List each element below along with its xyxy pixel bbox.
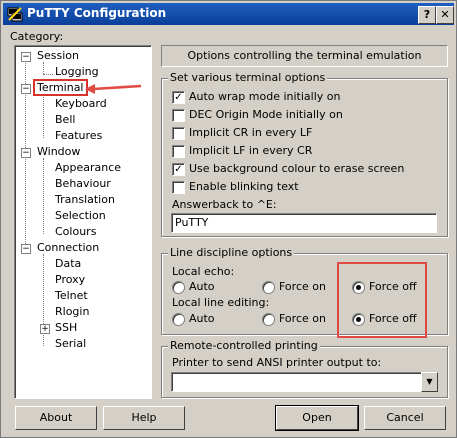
panel-header: Options controlling the terminal emulati… (161, 45, 448, 67)
about-button[interactable]: About (15, 406, 97, 430)
category-label: Category: (10, 30, 64, 43)
tree-line (43, 94, 44, 138)
printer-dropdown-button[interactable]: ▼ (421, 372, 438, 392)
tree-line (43, 158, 44, 234)
local-echo-label: Local echo: (172, 265, 235, 278)
tree-line (43, 62, 44, 74)
local-echo-force-on-radio[interactable] (262, 281, 275, 294)
tree-item-data[interactable]: Data (55, 257, 81, 270)
implicit-cr-label[interactable]: Implicit CR in every LF (189, 126, 312, 139)
collapse-session-icon[interactable]: − (21, 52, 31, 62)
tree-item-logging[interactable]: Logging (55, 65, 99, 78)
tree-item-ssh[interactable]: SSH (55, 321, 77, 334)
collapse-window-icon[interactable]: − (21, 148, 31, 158)
tree-item-appearance[interactable]: Appearance (55, 161, 121, 174)
printer-select[interactable] (171, 372, 424, 392)
title-bar[interactable]: PuTTY Configuration ? ✕ (3, 3, 454, 25)
tree-item-telnet[interactable]: Telnet (55, 289, 88, 302)
local-editing-auto-radio[interactable] (172, 313, 185, 326)
tree-item-bell[interactable]: Bell (55, 113, 75, 126)
tree-item-serial[interactable]: Serial (55, 337, 86, 350)
printing-group: Remote-controlled printing Printer to se… (161, 339, 448, 398)
blinking-checkbox[interactable] (172, 181, 185, 194)
implicit-cr-checkbox[interactable] (172, 127, 185, 140)
open-button[interactable]: Open (275, 405, 359, 431)
force-off-highlight-annotation (337, 262, 427, 338)
dec-origin-label[interactable]: DEC Origin Mode initially on (189, 108, 343, 121)
auto-wrap-checkbox[interactable]: ✓ (172, 91, 185, 104)
terminal-options-legend: Set various terminal options (168, 71, 328, 84)
close-title-button[interactable]: ✕ (436, 6, 454, 24)
tree-line (43, 74, 53, 75)
collapse-terminal-icon[interactable]: − (21, 84, 31, 94)
printer-label: Printer to send ANSI printer output to: (172, 356, 382, 369)
tree-item-selection[interactable]: Selection (55, 209, 106, 222)
cancel-button[interactable]: Cancel (364, 406, 446, 430)
terminal-options-group: Set various terminal options ✓ Auto wrap… (161, 71, 448, 237)
answerback-input[interactable]: PuTTY (171, 213, 437, 233)
line-discipline-legend: Line discipline options (168, 246, 295, 259)
expand-ssh-icon[interactable]: + (40, 324, 50, 334)
local-editing-force-on-radio[interactable] (262, 313, 275, 326)
tree-item-keyboard[interactable]: Keyboard (55, 97, 107, 110)
tree-item-behaviour[interactable]: Behaviour (55, 177, 111, 190)
tree-item-proxy[interactable]: Proxy (55, 273, 85, 286)
tree-item-rlogin[interactable]: Rlogin (55, 305, 89, 318)
tree-item-colours[interactable]: Colours (55, 225, 96, 238)
category-tree[interactable]: − Session Logging − Terminal Keyboard Be… (14, 45, 152, 399)
bg-colour-label[interactable]: Use background colour to erase screen (189, 162, 404, 175)
blinking-label[interactable]: Enable blinking text (189, 180, 299, 193)
local-echo-auto-label[interactable]: Auto (189, 280, 215, 293)
help-button[interactable]: Help (103, 406, 185, 430)
tree-item-session[interactable]: Session (37, 49, 79, 62)
local-editing-auto-label[interactable]: Auto (189, 312, 215, 325)
tree-item-translation[interactable]: Translation (55, 193, 115, 206)
answerback-label: Answerback to ^E: (172, 198, 277, 211)
local-editing-force-on-label[interactable]: Force on (279, 312, 326, 325)
local-echo-auto-radio[interactable] (172, 281, 185, 294)
auto-wrap-label[interactable]: Auto wrap mode initially on (189, 90, 340, 103)
red-arrow-annotation (85, 84, 142, 94)
printing-legend: Remote-controlled printing (168, 339, 320, 352)
tree-item-terminal[interactable]: Terminal (33, 79, 88, 96)
local-echo-force-on-label[interactable]: Force on (279, 280, 326, 293)
local-editing-label: Local line editing: (172, 296, 270, 309)
help-title-button[interactable]: ? (418, 6, 436, 24)
implicit-lf-label[interactable]: Implicit LF in every CR (189, 144, 312, 157)
putty-app-icon (7, 7, 23, 22)
dec-origin-checkbox[interactable] (172, 109, 185, 122)
collapse-connection-icon[interactable]: − (21, 244, 31, 254)
bg-colour-checkbox[interactable]: ✓ (172, 163, 185, 176)
implicit-lf-checkbox[interactable] (172, 145, 185, 158)
tree-item-window[interactable]: Window (37, 145, 80, 158)
window-title: PuTTY Configuration (27, 6, 167, 20)
tree-item-features[interactable]: Features (55, 129, 102, 142)
tree-item-connection[interactable]: Connection (37, 241, 99, 254)
putty-config-window: PuTTY Configuration ? ✕ Category: − Sess… (0, 0, 457, 438)
